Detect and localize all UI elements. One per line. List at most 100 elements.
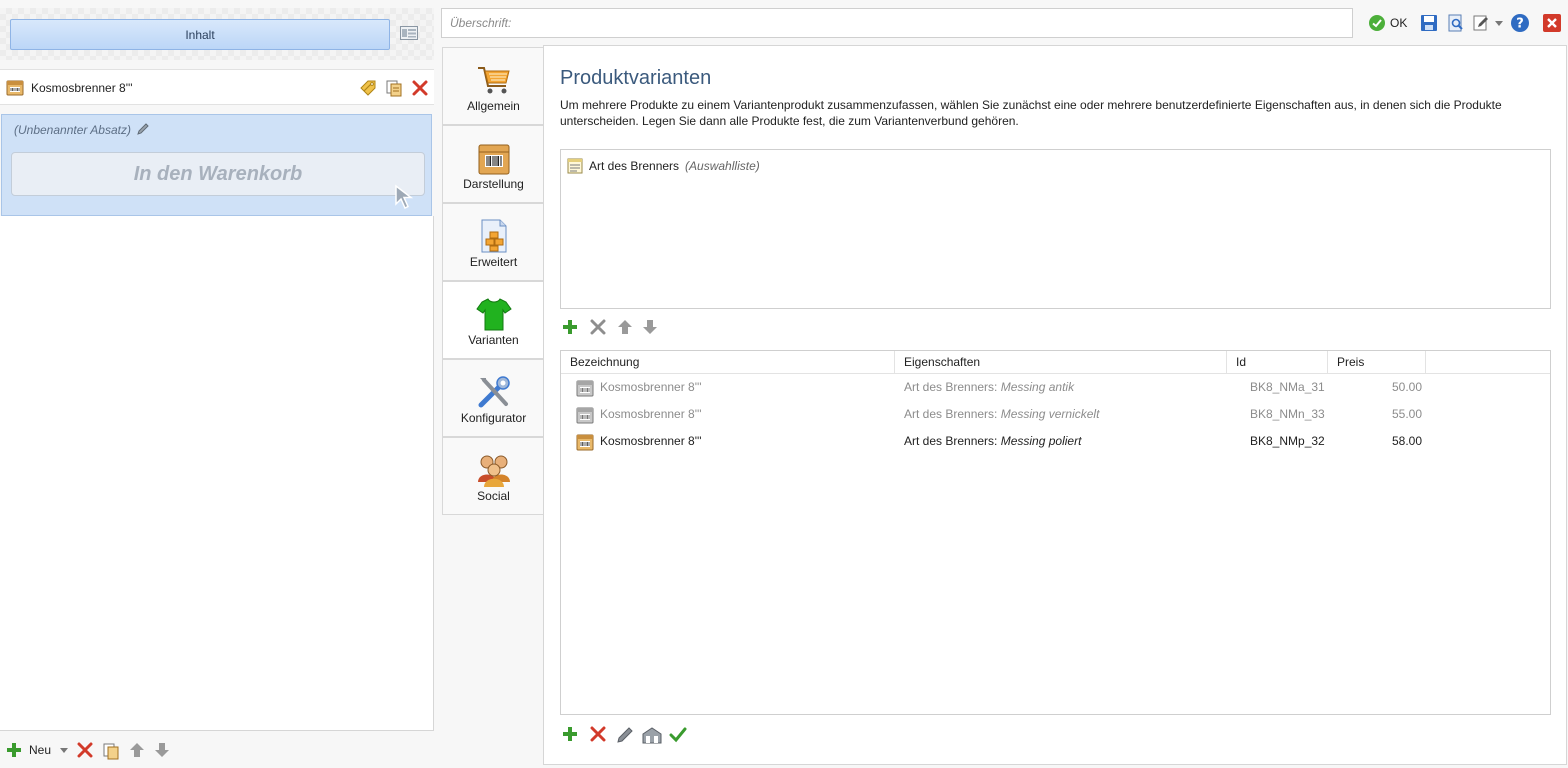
product-bar: Kosmosbrenner 8''' xyxy=(0,69,434,105)
svg-text:?: ? xyxy=(1516,17,1524,32)
variants-panel: Produktvarianten Um mehrere Produkte zu … xyxy=(543,45,1567,765)
cart-icon xyxy=(478,67,510,94)
paragraph-label: (Unbenannter Absatz) xyxy=(14,123,131,137)
description-text: Um mehrere Produkte zu einem Variantenpr… xyxy=(560,98,1502,128)
property-value: Messing antik xyxy=(1000,380,1075,394)
tab-label: Varianten xyxy=(468,333,519,347)
copy-icon[interactable] xyxy=(102,742,120,760)
ok-button[interactable]: OK xyxy=(1368,13,1407,33)
product-box-icon xyxy=(576,434,594,451)
layout-icon[interactable] xyxy=(400,26,418,40)
tab-label: Social xyxy=(477,489,510,503)
variant-name: Kosmosbrenner 8''' xyxy=(600,407,702,421)
new-button[interactable]: Neu xyxy=(29,743,51,757)
people-icon xyxy=(478,455,510,487)
tab-social[interactable]: Social xyxy=(442,437,544,515)
variant-id: BK8_NMp_32 xyxy=(1250,434,1325,448)
remove-icon[interactable] xyxy=(590,319,606,335)
check-circle-icon xyxy=(1369,15,1385,31)
list-item[interactable]: Art des Brenners (Auswahlliste) xyxy=(567,158,760,174)
column-header-properties[interactable]: Eigenschaften xyxy=(895,351,1227,374)
left-bottom-toolbar: Neu xyxy=(0,730,434,768)
property-value: Messing vernickelt xyxy=(1000,407,1100,421)
product-box-icon xyxy=(6,80,24,96)
variant-id: BK8_NMn_33 xyxy=(1250,407,1325,421)
arrow-down-icon[interactable] xyxy=(154,742,170,758)
tab-label: Konfigurator xyxy=(460,411,527,425)
property-name: Art des Brenners: xyxy=(904,407,998,421)
tag-icon[interactable] xyxy=(359,79,377,97)
tools-icon xyxy=(478,376,510,408)
variant-price: 50.00 xyxy=(1391,380,1422,394)
table-row[interactable]: Kosmosbrenner 8''' Art des Brenners: Mes… xyxy=(561,374,1550,401)
tab-erweitert[interactable]: Erweitert xyxy=(442,203,544,281)
column-header-name[interactable]: Bezeichnung xyxy=(561,351,895,374)
property-name: Art des Brenners xyxy=(589,159,680,173)
variant-properties: Art des Brenners: Messing poliert xyxy=(904,428,1081,455)
tab-label: Erweitert xyxy=(469,255,518,269)
tab-konfigurator[interactable]: Konfigurator xyxy=(442,359,544,437)
barcode-box-icon xyxy=(478,144,510,175)
table-row[interactable]: Kosmosbrenner 8''' Art des Brenners: Mes… xyxy=(561,428,1550,455)
cursor-icon xyxy=(395,184,414,210)
vertical-tabs: Allgemein Darstellung Erweitert Variante… xyxy=(442,47,545,516)
paragraph-list-area xyxy=(0,216,434,730)
variants-table: Bezeichnung Eigenschaften Id Preis Kosmo… xyxy=(560,350,1551,715)
add-icon[interactable] xyxy=(562,726,578,742)
close-icon[interactable] xyxy=(1542,13,1562,33)
variant-name: Kosmosbrenner 8''' xyxy=(600,434,702,448)
tab-varianten[interactable]: Varianten xyxy=(442,281,545,359)
delete-icon[interactable] xyxy=(411,79,429,97)
ok-label: OK xyxy=(1390,16,1408,30)
save-icon[interactable] xyxy=(1420,14,1438,32)
variant-id: BK8_NMa_31 xyxy=(1250,380,1325,394)
help-icon[interactable]: ? xyxy=(1510,13,1530,33)
add-icon[interactable] xyxy=(562,319,578,335)
variant-properties: Art des Brenners: Messing vernickelt xyxy=(904,401,1099,428)
copy-icon[interactable] xyxy=(385,79,403,97)
column-header-empty xyxy=(1426,351,1550,374)
arrow-up-icon[interactable] xyxy=(617,319,633,335)
column-header-id[interactable]: Id xyxy=(1227,351,1328,374)
tab-label: Allgemein xyxy=(467,99,520,113)
variant-price: 58.00 xyxy=(1391,434,1422,448)
arrow-down-icon[interactable] xyxy=(642,319,658,335)
check-icon[interactable] xyxy=(669,726,687,744)
arrow-up-icon[interactable] xyxy=(129,742,145,758)
property-name: Art des Brenners: xyxy=(904,434,998,448)
heading-input[interactable] xyxy=(441,8,1353,38)
chevron-down-icon[interactable] xyxy=(60,748,68,753)
add-icon[interactable] xyxy=(6,742,22,758)
preview-icon[interactable] xyxy=(1447,14,1465,32)
delete-icon[interactable] xyxy=(77,742,93,758)
tab-darstellung[interactable]: Darstellung xyxy=(442,125,544,203)
product-box-icon-disabled xyxy=(576,407,594,424)
properties-list: Art des Brenners (Auswahlliste) xyxy=(560,149,1551,309)
left-panel: Inhalt Kosmosbrenner 8''' (Unbenannter A… xyxy=(0,0,434,768)
column-header-price[interactable]: Preis xyxy=(1328,351,1426,374)
variant-price: 55.00 xyxy=(1391,407,1422,421)
edit-icon[interactable] xyxy=(1472,14,1490,32)
list-icon xyxy=(567,158,583,174)
property-name: Art des Brenners: xyxy=(904,380,998,394)
delete-icon[interactable] xyxy=(590,726,606,742)
pencil-icon[interactable] xyxy=(136,122,150,136)
product-box-icon-disabled xyxy=(576,380,594,397)
product-title: Kosmosbrenner 8''' xyxy=(31,81,133,95)
chevron-down-icon[interactable] xyxy=(1495,21,1503,26)
content-button[interactable]: Inhalt xyxy=(10,19,390,50)
paragraph-block[interactable]: (Unbenannter Absatz) In den Warenkorb xyxy=(1,114,432,216)
property-value: Messing poliert xyxy=(1000,434,1082,448)
tshirt-icon xyxy=(476,298,512,331)
property-type: (Auswahlliste) xyxy=(685,159,760,173)
tab-label: Darstellung xyxy=(463,177,524,191)
add-to-cart-button[interactable]: In den Warenkorb xyxy=(11,152,425,196)
pencil-icon[interactable] xyxy=(616,726,634,744)
tab-allgemein[interactable]: Allgemein xyxy=(442,47,544,125)
page-title: Produktvarianten xyxy=(560,67,712,89)
warehouse-icon[interactable] xyxy=(642,726,662,744)
document-blocks-icon xyxy=(481,219,507,253)
variant-properties: Art des Brenners: Messing antik xyxy=(904,374,1074,401)
table-row[interactable]: Kosmosbrenner 8''' Art des Brenners: Mes… xyxy=(561,401,1550,428)
variant-name: Kosmosbrenner 8''' xyxy=(600,380,702,394)
